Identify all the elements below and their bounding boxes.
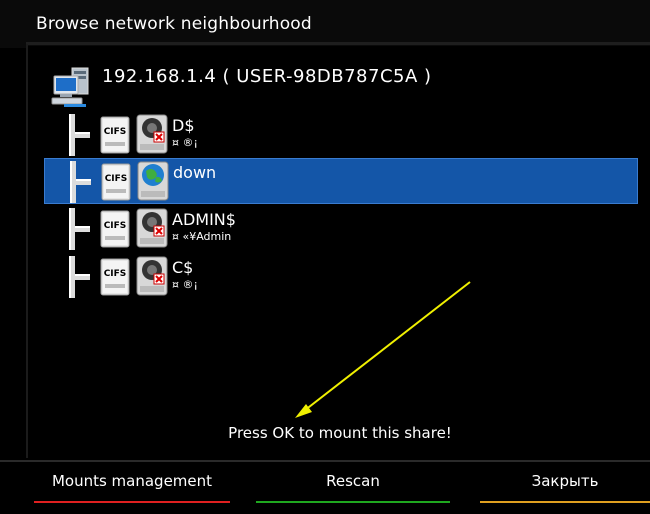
green-key-indicator — [256, 501, 450, 503]
network-drive-icon — [136, 256, 168, 296]
network-drive-icon — [136, 208, 168, 248]
svg-text:CIFS: CIFS — [104, 269, 127, 279]
title-bar-divider — [26, 42, 650, 45]
share-name: ADMIN$ — [172, 210, 236, 229]
server-node[interactable]: 192.168.1.4 ( USER-98DB787C5A ) — [50, 64, 610, 108]
share-comment: ¤ ®¡ — [172, 278, 198, 291]
network-drive-icon — [136, 114, 168, 154]
globe-drive-icon — [137, 161, 169, 201]
share-name: C$ — [172, 258, 194, 277]
share-row-admin[interactable]: CIFS ADMIN$ ¤ «¥Admin — [44, 206, 638, 252]
mounts-management-button[interactable]: Mounts management — [34, 468, 230, 508]
share-row-down[interactable]: CIFS down — [44, 158, 638, 204]
svg-text:CIFS: CIFS — [104, 221, 127, 231]
mount-hint: Press OK to mount this share! — [228, 424, 452, 442]
window-title: Browse network neighbourhood — [36, 14, 312, 34]
share-name: down — [173, 163, 217, 182]
share-row-d[interactable]: CIFS D$ ¤ ®¡ — [44, 112, 638, 158]
red-key-indicator — [34, 501, 230, 503]
tree-connector-icon — [70, 161, 91, 203]
tree-connector-icon — [69, 114, 90, 156]
yellow-key-indicator — [480, 501, 650, 503]
button-label: Закрыть — [531, 472, 599, 490]
cifs-badge-icon: CIFS — [101, 163, 131, 201]
tree-connector-icon — [69, 256, 90, 298]
server-label: 192.168.1.4 ( USER-98DB787C5A ) — [102, 66, 432, 87]
rescan-button[interactable]: Rescan — [256, 468, 450, 508]
share-name: D$ — [172, 116, 195, 135]
cifs-badge-icon: CIFS — [100, 116, 130, 154]
button-label: Mounts management — [51, 472, 213, 490]
svg-text:CIFS: CIFS — [105, 174, 128, 184]
close-button[interactable]: Закрыть — [480, 468, 650, 508]
network-computer-icon — [51, 67, 89, 107]
tree-connector-icon — [69, 208, 90, 250]
svg-text:CIFS: CIFS — [104, 127, 127, 137]
button-label: Rescan — [326, 472, 380, 490]
share-row-c[interactable]: CIFS C$ ¤ ®¡ — [44, 254, 638, 300]
cifs-badge-icon: CIFS — [100, 210, 130, 248]
share-comment: ¤ ®¡ — [172, 136, 198, 149]
share-comment: ¤ «¥Admin — [172, 230, 232, 243]
cifs-badge-icon: CIFS — [100, 258, 130, 296]
